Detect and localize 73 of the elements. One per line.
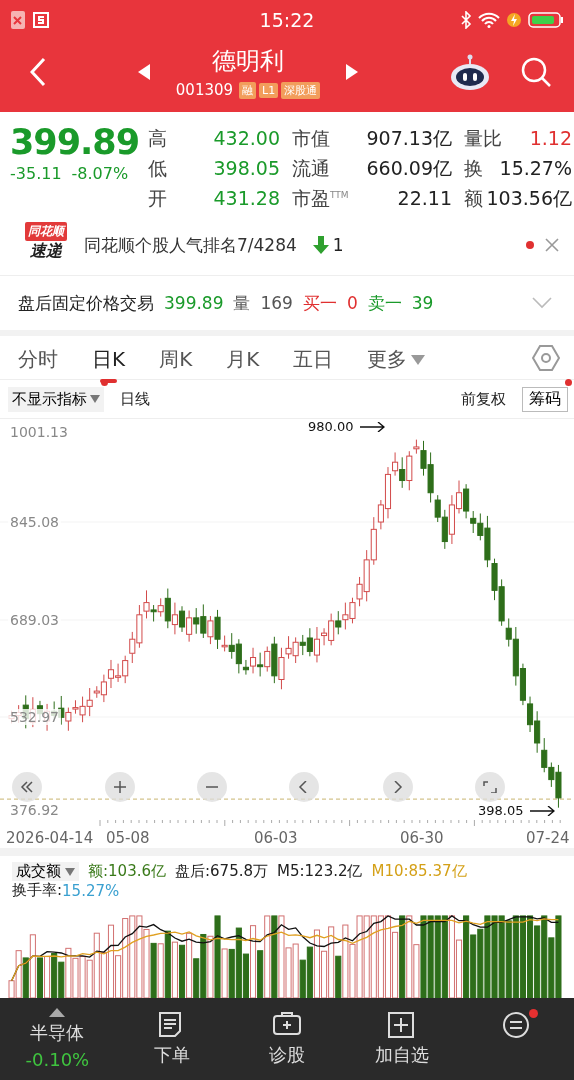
stat-label: 低 bbox=[148, 156, 167, 181]
adjust-label[interactable]: 前复权 bbox=[461, 389, 506, 409]
after-hours-price: 399.89 bbox=[164, 293, 224, 313]
chart-tab[interactable]: 分时 bbox=[18, 340, 58, 385]
axis-label: 689.03 bbox=[8, 612, 61, 628]
chart-tab[interactable]: 更多 bbox=[367, 340, 426, 385]
nav-button[interactable]: 诊股 bbox=[229, 1011, 345, 1067]
turnover-value: 15.27% bbox=[62, 881, 120, 900]
chart-tab[interactable]: 月K bbox=[226, 340, 260, 385]
stat-label: 市盈$^{TTM}$ bbox=[292, 186, 349, 211]
nav-button[interactable]: 加自选 bbox=[344, 1011, 460, 1067]
axis-label: 376.92 bbox=[8, 802, 61, 818]
high-price-label: 980.00 bbox=[308, 419, 354, 434]
chart-tab[interactable]: 周K bbox=[159, 340, 193, 385]
ma5-value: M5:123.2亿 bbox=[277, 862, 363, 881]
period-label: 日线 bbox=[120, 389, 150, 409]
stat-label: 换 bbox=[464, 156, 483, 181]
stock-tag: L1 bbox=[259, 82, 279, 98]
stat-label: 量比 bbox=[464, 126, 502, 151]
stat-value: 660.09亿 bbox=[366, 156, 452, 181]
volume-label: 量 bbox=[233, 291, 251, 315]
after-hours-amount: 盘后:675.8万 bbox=[175, 862, 268, 881]
stat-value: 103.56亿 bbox=[486, 186, 572, 211]
stat-label: 流通 bbox=[292, 156, 330, 181]
ask-value: 39 bbox=[411, 293, 434, 313]
axis-label: 845.08 bbox=[8, 514, 61, 530]
axis-label: 1001.13 bbox=[8, 424, 70, 440]
indicator-dropdown[interactable]: 不显示指标 bbox=[8, 386, 104, 412]
stat-value: 15.27% bbox=[499, 157, 572, 179]
stock-tag: 融 bbox=[239, 81, 257, 99]
indicator-dropdown[interactable]: 成交额 bbox=[12, 862, 79, 881]
low-price-label: 398.05 bbox=[478, 803, 524, 818]
stock-tag: 深股通 bbox=[281, 81, 321, 99]
stat-value: 432.00 bbox=[213, 127, 280, 149]
chart-tab[interactable]: 日K bbox=[92, 340, 126, 385]
nav-button[interactable]: 下单 bbox=[114, 1011, 230, 1067]
turnover-label: 换手率: bbox=[12, 881, 63, 900]
sector-change: -0.10% bbox=[25, 1049, 90, 1070]
after-hours-label: 盘后固定价格交易 bbox=[18, 291, 154, 315]
current-price: 399.89 bbox=[10, 121, 141, 164]
logo-text: 同花顺 bbox=[25, 222, 67, 241]
stat-label: 市值 bbox=[292, 126, 330, 151]
status-time: 15:22 bbox=[259, 9, 315, 31]
ask-label: 卖一 bbox=[367, 291, 402, 315]
stat-value: 1.12 bbox=[529, 127, 572, 149]
rank-change: 1 bbox=[332, 235, 344, 255]
stat-value: 431.28 bbox=[213, 187, 280, 209]
date-label: 06-03 bbox=[254, 829, 298, 847]
logo-text: 速递 bbox=[30, 241, 62, 262]
stat-value: 22.11 bbox=[397, 187, 452, 209]
stock-code: 001309 bbox=[175, 81, 234, 99]
stat-label: 高 bbox=[148, 126, 167, 151]
ma10-value: M10:85.37亿 bbox=[371, 862, 467, 881]
bid-label: 买一 bbox=[302, 291, 337, 315]
percent-change: -8.07% bbox=[71, 164, 129, 183]
date-label: 2026-04-14 bbox=[6, 829, 94, 847]
chips-button[interactable]: 筹码 bbox=[522, 386, 568, 412]
stock-name: 德明利 bbox=[212, 46, 284, 77]
date-label: 06-30 bbox=[400, 829, 444, 847]
stat-value: 907.13亿 bbox=[366, 126, 452, 151]
volume-value: 169 bbox=[260, 293, 293, 313]
price-change: -35.11 bbox=[10, 164, 62, 183]
stat-label: 开 bbox=[148, 186, 167, 211]
chart-tab[interactable]: 五日 bbox=[293, 340, 334, 385]
stat-value: 398.05 bbox=[213, 157, 280, 179]
amount-value: 额:103.6亿 bbox=[88, 862, 166, 881]
sector-name[interactable]: 半导体 bbox=[30, 1021, 85, 1045]
news-headline[interactable]: 同花顺个股人气排名7/4284 bbox=[84, 233, 297, 257]
bid-value: 0 bbox=[346, 293, 358, 313]
date-label: 07-24 bbox=[526, 829, 570, 847]
date-label: 05-08 bbox=[106, 829, 150, 847]
axis-label: 532.97 bbox=[8, 709, 61, 725]
stat-label: 额 bbox=[464, 186, 483, 211]
